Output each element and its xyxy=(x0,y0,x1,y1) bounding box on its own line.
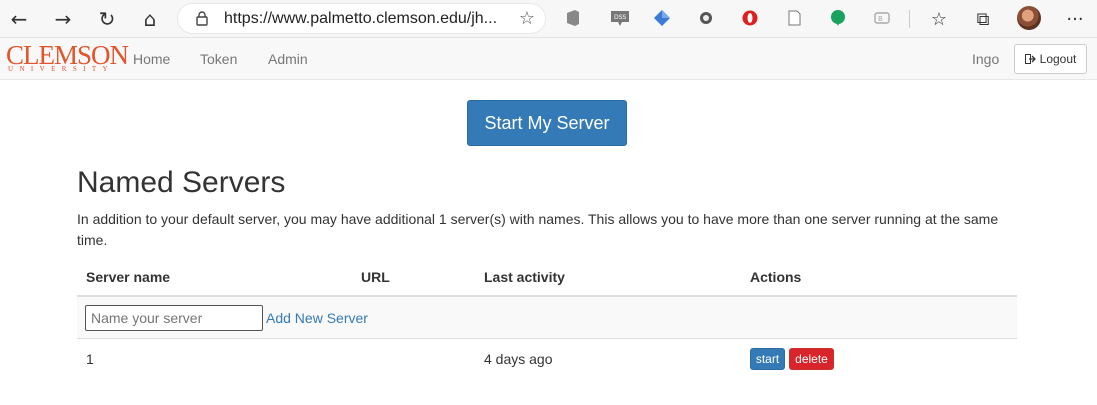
clemson-logo[interactable]: CLEMSON UNIVERSITY xyxy=(6,40,129,74)
page-title: Named Servers xyxy=(77,166,286,199)
collections-icon[interactable]: ⧉ xyxy=(968,4,998,34)
add-new-server-link[interactable]: Add New Server xyxy=(266,310,368,326)
forward-icon[interactable]: → xyxy=(48,4,78,34)
server-name-input[interactable] xyxy=(85,305,263,331)
start-my-server-button[interactable]: Start My Server xyxy=(467,100,627,146)
favorites-icon[interactable]: ☆ xyxy=(924,4,954,34)
header-server-name: Server name xyxy=(86,269,171,285)
address-bar[interactable]: https://www.palmetto.clemson.edu/jh... ☆ xyxy=(177,3,546,34)
header-url: URL xyxy=(361,269,390,285)
svg-text:B: B xyxy=(878,15,883,23)
logout-button[interactable]: Logout xyxy=(1014,44,1087,74)
server-name-cell: 1 xyxy=(86,351,94,367)
more-menu-icon[interactable]: ··· xyxy=(1060,4,1090,34)
home-icon[interactable]: ⌂ xyxy=(135,4,165,34)
header-actions: Actions xyxy=(750,269,802,285)
profile-avatar[interactable] xyxy=(1017,6,1041,30)
app-navbar: CLEMSON UNIVERSITY Home Token Admin Ingo… xyxy=(0,38,1097,80)
favorite-star-icon[interactable]: ☆ xyxy=(519,8,535,29)
table-row: 1 4 days ago start delete xyxy=(77,340,1017,378)
toolbar-divider xyxy=(909,10,910,28)
last-activity-cell: 4 days ago xyxy=(484,351,553,367)
document-extension-icon[interactable] xyxy=(785,9,803,27)
description-text: In addition to your default server, you … xyxy=(77,211,999,248)
logo-subtitle: UNIVERSITY xyxy=(8,65,114,73)
opera-extension-icon[interactable] xyxy=(741,9,759,27)
reload-icon[interactable]: ↻ xyxy=(92,4,122,34)
user-name: Ingo xyxy=(972,51,1000,67)
back-icon[interactable]: ← xyxy=(4,4,34,34)
nav-home[interactable]: Home xyxy=(133,51,170,67)
nav-token[interactable]: Token xyxy=(200,51,237,67)
browser-toolbar: ← → ↻ ⌂ https://www.palmetto.clemson.edu… xyxy=(0,0,1097,38)
delete-server-button[interactable]: delete xyxy=(789,348,834,370)
new-server-row: Add New Server xyxy=(77,297,1017,339)
header-last-activity: Last activity xyxy=(484,269,565,285)
diamond-extension-icon[interactable] xyxy=(653,9,671,27)
logout-label: Logout xyxy=(1039,52,1077,66)
start-server-button[interactable]: start xyxy=(750,348,785,370)
sign-out-icon xyxy=(1024,54,1036,64)
video-extension-icon[interactable]: B xyxy=(873,9,891,27)
office-extension-icon[interactable] xyxy=(564,9,582,27)
circle-extension-icon[interactable] xyxy=(697,9,715,27)
nav-admin[interactable]: Admin xyxy=(268,51,308,67)
url-text: https://www.palmetto.clemson.edu/jh... xyxy=(224,10,498,27)
green-bubble-extension-icon[interactable] xyxy=(829,9,847,27)
lock-icon xyxy=(196,11,208,26)
dss-extension-icon[interactable]: DSS xyxy=(611,9,629,27)
svg-text:DSS: DSS xyxy=(614,14,626,21)
